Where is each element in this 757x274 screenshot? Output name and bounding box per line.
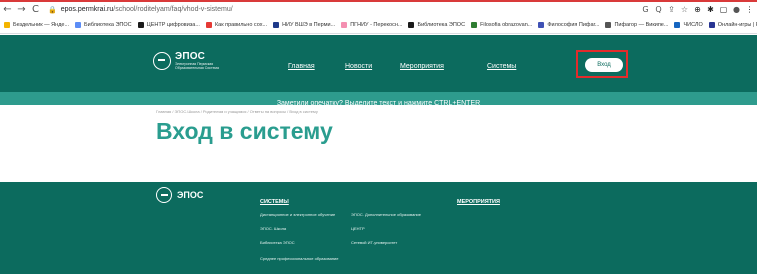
footer-logo[interactable]: ЭПОС <box>156 187 203 203</box>
bookmark-item[interactable]: Как правильно сох... <box>205 22 268 28</box>
footer-events-heading[interactable]: МЕРОПРИЯТИЯ <box>457 199 500 205</box>
logo-mark-icon <box>153 52 171 70</box>
url-field[interactable]: 🔒 epos.permkrai.ru /school/roditelyam/fa… <box>48 4 233 16</box>
bookmark-item[interactable]: Бездельник — Янде... <box>4 22 69 28</box>
bookmark-item[interactable]: Библиотека ЭПОС <box>408 22 465 28</box>
nav-events[interactable]: Мероприятия <box>400 63 444 70</box>
menu-icon[interactable]: ⋮ <box>745 5 754 14</box>
reload-icon[interactable]: C <box>29 3 42 16</box>
site-header: ЭПОС Электронная Пермская Образовательна… <box>0 35 757 92</box>
footer-logo-name: ЭПОС <box>177 190 204 200</box>
url-host: epos.permkrai.ru <box>60 6 114 13</box>
bookmark-label: Как правильно сох... <box>214 22 268 28</box>
logo-subtitle: Электронная Пермская Образовательная Сис… <box>175 62 219 70</box>
google-lens-icon[interactable]: G <box>641 5 650 14</box>
zoom-icon[interactable]: Q <box>654 5 663 14</box>
footer-link[interactable]: Дистанционное и электронное обучение <box>260 212 335 217</box>
bookmark-favicon-icon <box>674 22 681 28</box>
url-path: /school/roditelyam/faq/vhod-v-sistemu/ <box>113 6 233 13</box>
nav-news[interactable]: Новости <box>345 63 372 70</box>
footer-link[interactable]: Сетевой ИТ-университет <box>351 240 397 245</box>
bookmarks-bar: Бездельник — Янде... Библиотека ЭПОС ЦЕНТР… <box>0 17 757 34</box>
bookmark-label: Библиотека ЭПОС <box>417 22 466 28</box>
sidepanel-icon[interactable]: ▢ <box>719 5 728 14</box>
bookmark-item[interactable]: ЦЕНТР цифровиза... <box>137 22 200 28</box>
browser-toolbar: G Q ⇪ ☆ ⊕ ✱ ▢ ● ⋮ <box>641 2 754 17</box>
profile-icon[interactable]: ● <box>732 5 741 14</box>
bookmark-item[interactable]: ПГНИУ - Перекосн... <box>341 22 402 28</box>
footer-link[interactable]: Библиотека ЭПОС <box>260 240 295 245</box>
bookmark-favicon-icon <box>137 22 144 28</box>
bookmark-favicon-icon <box>408 22 415 28</box>
bookmark-label: Онлайн-игры | Ра... <box>717 22 757 28</box>
logo-text: ЭПОС Электронная Пермская Образовательна… <box>175 51 223 71</box>
extension-icon[interactable]: ⊕ <box>693 5 702 14</box>
bookmark-favicon-icon <box>538 22 545 28</box>
footer-logo-mark-icon <box>156 187 172 203</box>
bookmark-label: ЦЕНТР цифровиза... <box>146 22 200 28</box>
footer-link[interactable]: ЦЕНТР <box>351 226 365 231</box>
footer-link[interactable]: ЭПОС. Дополнительное образование <box>351 212 421 217</box>
bookmark-favicon-icon <box>341 22 348 28</box>
site-footer: ЭПОС СИСТЕМЫ МЕРОПРИЯТИЯ Дистанционное и… <box>0 182 757 274</box>
bookmark-item[interactable]: Философия Пифаг... <box>538 22 599 28</box>
footer-link[interactable]: Среднее профессиональное образование <box>260 256 338 261</box>
bookmark-item[interactable]: НИУ ВШЭ в Перми... <box>273 22 335 28</box>
page-title: Вход в систему <box>156 118 333 144</box>
logo-name: ЭПОС <box>175 51 206 62</box>
puzzle-icon[interactable]: ✱ <box>706 5 715 14</box>
bookmark-item[interactable]: Онлайн-игры | Ра... <box>708 22 757 28</box>
footer-systems-heading[interactable]: СИСТЕМЫ <box>260 199 289 205</box>
login-button[interactable]: Вход <box>585 58 623 72</box>
browser-address-row: ← → C 🔒 epos.permkrai.ru /school/roditel… <box>0 2 757 17</box>
bookmark-favicon-icon <box>708 22 715 28</box>
bookmark-label: НИУ ВШЭ в Перми... <box>282 22 336 28</box>
nav-systems[interactable]: Системы <box>487 63 516 70</box>
bookmark-favicon-icon <box>471 22 478 28</box>
bookmark-label: Пифагор — Википе... <box>614 22 669 28</box>
bookmark-favicon-icon <box>4 22 10 28</box>
forward-arrow-icon[interactable]: → <box>15 3 28 16</box>
bookmark-star-icon[interactable]: ☆ <box>680 5 689 14</box>
bookmark-label: ПГНИУ - Перекосн... <box>350 22 403 28</box>
bookmark-item[interactable]: ЧИСЛО <box>674 22 703 28</box>
bookmark-item[interactable]: Filosofia obrazovan... <box>471 22 532 28</box>
bookmark-label: Бездельник — Янде... <box>13 22 70 28</box>
bookmark-favicon-icon <box>273 22 280 28</box>
share-icon[interactable]: ⇪ <box>667 5 676 14</box>
back-arrow-icon[interactable]: ← <box>1 3 14 16</box>
bookmark-label: Filosofia obrazovan... <box>480 22 533 28</box>
bookmark-label: Философия Пифаг... <box>547 22 600 28</box>
footer-link[interactable]: ЭПОС. Школа <box>260 226 286 231</box>
bookmark-favicon-icon <box>75 22 82 28</box>
bookmark-item[interactable]: Пифагор — Википе... <box>605 22 668 28</box>
bookmark-label: ЧИСЛО <box>683 22 703 28</box>
site-logo[interactable]: ЭПОС Электронная Пермская Образовательна… <box>153 52 223 70</box>
bookmark-favicon-icon <box>205 22 212 28</box>
lock-icon[interactable]: 🔒 <box>48 6 57 14</box>
bookmark-label: Библиотека ЭПОС <box>84 22 132 28</box>
typo-notice-bar: Заметили опечатку? Выделите текст и нажм… <box>0 92 757 107</box>
typo-notice-text: Заметили опечатку? Выделите текст и нажм… <box>276 100 481 107</box>
bookmark-favicon-icon <box>605 22 612 28</box>
bookmark-item[interactable]: Библиотека ЭПОС <box>75 22 132 28</box>
breadcrumb[interactable]: Главная / ЭПОС.Школа / Родителям и учащи… <box>156 109 318 114</box>
nav-main[interactable]: Главная <box>288 63 315 70</box>
